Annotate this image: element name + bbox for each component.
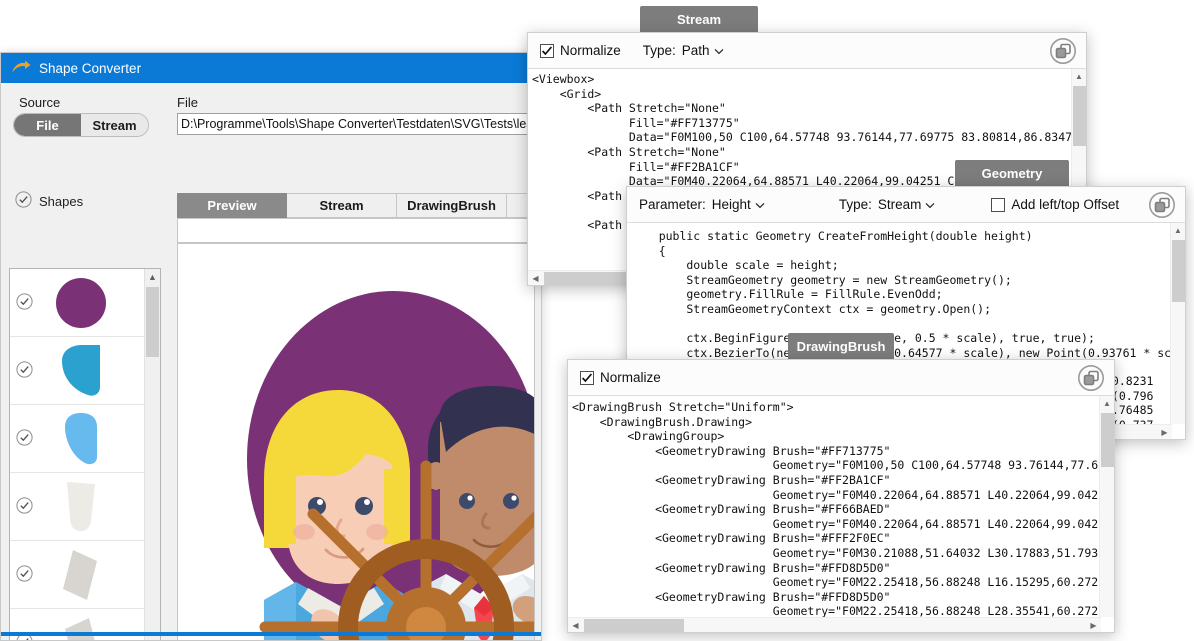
file-path-input[interactable]: D:\Programme\Tools\Shape Converter\Testd… [177,113,535,135]
geometry-type-value: Stream [878,197,922,212]
list-item[interactable] [10,269,144,337]
list-item[interactable] [10,337,144,405]
shape-thumbnail-quad-grey-2 [39,613,123,641]
shape-thumbnail-leaf-lightblue [39,409,123,469]
window-bottom-accent [1,632,541,636]
check-circle-icon[interactable] [16,293,33,313]
tab-drawingbrush[interactable]: DrawingBrush [397,193,507,218]
window-title: Shape Converter [39,61,141,76]
scroll-up-icon[interactable]: ▲ [1100,396,1114,411]
chevron-down-icon[interactable] [925,197,935,212]
scrollbar-thumb[interactable] [1101,413,1114,467]
shape-thumbnail-quad-grey-1 [39,545,123,605]
list-item[interactable] [10,405,144,473]
scrollbar-thumb[interactable] [584,619,684,632]
checkbox-checked-icon[interactable] [580,371,594,385]
geometry-type-combo[interactable]: Type: Stream [839,197,936,212]
preview-illustration [178,244,535,641]
geometry-type-label: Type: [839,197,872,212]
content-tabs[interactable]: Preview Stream DrawingBrush [177,193,542,218]
shapes-label: Shapes [39,194,83,209]
geometry-code-text: public static Geometry CreateFromHeight(… [627,223,1185,360]
scrollbar-thumb[interactable] [1073,86,1086,146]
geometry-offset-checkbox[interactable]: Add left/top Offset [991,197,1119,212]
tab-stream[interactable]: Stream [287,193,397,218]
stream-normalize-label: Normalize [560,43,621,58]
list-item[interactable] [10,473,144,541]
geometry-parameter-combo[interactable]: Parameter: Height [639,197,765,212]
stream-normalize-checkbox[interactable]: Normalize [540,43,621,58]
drawingbrush-normalize-label: Normalize [600,370,661,385]
drawingbrush-normalize-checkbox[interactable]: Normalize [580,370,661,385]
source-toggle[interactable]: File Stream [13,113,149,137]
stream-type-value: Path [682,43,710,58]
chevron-down-icon[interactable] [714,43,724,58]
source-label: Source [19,95,60,110]
scroll-up-icon[interactable]: ▲ [145,269,160,285]
copy-icon[interactable] [1078,365,1104,391]
scroll-right-icon[interactable]: ▶ [1086,621,1101,630]
scroll-left-icon[interactable]: ◀ [528,274,543,283]
geometry-parameter-value: Height [712,197,751,212]
check-circle-icon [15,191,32,211]
scroll-up-icon[interactable]: ▲ [1072,69,1086,84]
stream-type-combo[interactable]: Type: Path [643,43,724,58]
geometry-offset-label: Add left/top Offset [1011,197,1119,212]
checkbox-unchecked-icon[interactable] [991,198,1005,212]
source-option-stream[interactable]: Stream [81,114,148,136]
copy-icon[interactable] [1050,38,1076,64]
check-circle-icon[interactable] [16,361,33,381]
shape-thumbnail-circle-purple [39,273,123,333]
stream-window-header: Normalize Type: Path [528,33,1086,69]
drawingbrush-window-header: Normalize [568,360,1114,396]
curved-arrow-icon [11,60,31,76]
geometry-parameter-label: Parameter: [639,197,706,212]
shape-thumbnail-leaf-blue [39,341,123,401]
stream-type-label: Type: [643,43,676,58]
drawingbrush-window: Normalize <DrawingBrush Stretch="Uniform… [567,359,1115,633]
drawingbrush-code-text: <DrawingBrush Stretch="Uniform"> <Drawin… [568,396,1114,619]
shapes-header[interactable]: Shapes [15,191,83,211]
main-window: Shape Converter Source File Stream File … [0,52,542,641]
scrollbar-thumb[interactable] [1172,240,1185,302]
shapes-list-scrollbar[interactable]: ▲ ▼ [144,269,160,641]
window-title-bar: Shape Converter [1,53,541,83]
scroll-right-icon[interactable]: ▶ [1157,428,1172,437]
check-circle-icon[interactable] [16,565,33,585]
scroll-up-icon[interactable]: ▲ [1171,223,1185,238]
geometry-window-pill-tab[interactable]: Geometry [955,160,1069,186]
geometry-vertical-scrollbar[interactable]: ▲ [1170,223,1185,424]
preview-canvas [177,243,535,641]
drawingbrush-window-pill-tab[interactable]: DrawingBrush [788,333,894,359]
shape-thumbnail-cup-offwhite [39,477,123,537]
list-item[interactable] [10,609,144,641]
scroll-left-icon[interactable]: ◀ [568,621,583,630]
file-label: File [177,95,198,110]
drawingbrush-horizontal-scrollbar[interactable]: ◀ ▶ [568,617,1101,632]
check-circle-icon[interactable] [16,429,33,449]
tab-preview[interactable]: Preview [177,193,287,218]
source-option-file[interactable]: File [14,114,81,136]
shapes-list[interactable]: ▲ ▼ [9,268,161,641]
drawingbrush-code-area[interactable]: <DrawingBrush Stretch="Uniform"> <Drawin… [568,396,1114,632]
checkbox-checked-icon[interactable] [540,44,554,58]
list-item[interactable] [10,541,144,609]
copy-icon[interactable] [1149,192,1175,218]
chevron-down-icon[interactable] [755,197,765,212]
check-circle-icon[interactable] [16,497,33,517]
drawingbrush-vertical-scrollbar[interactable]: ▲ [1099,396,1114,617]
geometry-window-header: Parameter: Height Type: Stream Add left/… [627,187,1185,223]
preview-toolbar [177,218,535,243]
scrollbar-thumb[interactable] [146,287,159,357]
stream-window-pill-tab[interactable]: Stream [640,6,758,32]
